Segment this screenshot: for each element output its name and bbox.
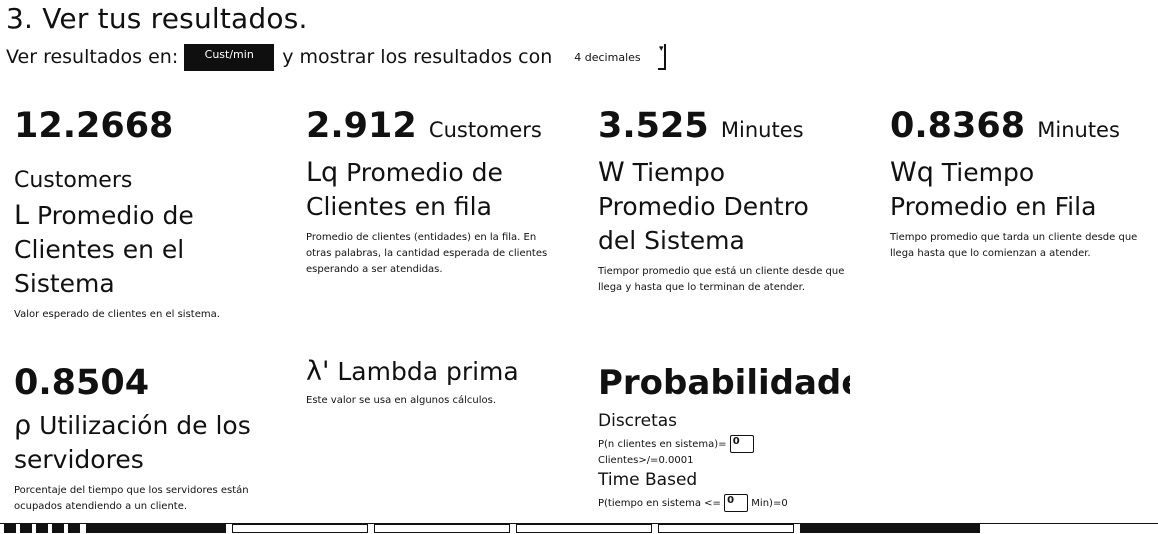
metric-desc-W: Tiempor promedio que está un cliente des… [598,266,845,293]
taskbar-app[interactable] [658,524,794,533]
metric-value-row-W: 3.525 Minutes [598,106,848,150]
metric-unit-Lq: Customers [428,118,542,142]
metric-card-lambda: λ' Lambda prima Este valor se usa en alg… [306,355,556,409]
metric-symbol-L: L [14,200,30,231]
p-n-row: P(n clientes en sistema)= 0 [598,435,858,453]
discrete-label: Discretas [598,411,678,431]
taskbar [0,523,1158,534]
taskbar-app-active[interactable] [86,524,226,533]
start-icon[interactable] [4,524,16,533]
taskbar-app[interactable] [374,524,510,533]
metric-title-L: Promedio de Clientes en el Sistema [14,201,194,298]
metric-name-W: W Tiempo Promedio Dentro del Sistema [598,156,848,258]
p-t-input[interactable]: 0 [724,494,749,512]
metric-desc-Wq: Tiempo promedio que tarda un cliente des… [890,232,1138,259]
metric-name-L: L Promedio de Clientes en el Sistema [14,199,284,301]
metric-desc-Lq: Promedio de clientes (entidades) en la f… [306,232,548,275]
unit-select[interactable]: Cust/min [184,43,275,71]
browser-icon[interactable] [36,524,48,533]
metric-title-lambda: Lambda prima [337,357,519,386]
metric-symbol-lambda: λ' [306,356,330,387]
chevron-down-icon: ▾ [658,44,667,70]
home-icon[interactable] [52,524,64,533]
p-t-suffix: Min)=0 [751,498,788,509]
p-t-label: P(tiempo en sistema <= [598,498,721,509]
app-icon[interactable] [68,524,80,533]
p-n-input[interactable]: 0 [729,435,754,453]
metric-symbol-W: W [598,157,625,188]
metric-value-W: 3.525 [598,106,709,146]
metric-desc-lambda: Este valor se usa en algunos cálculos. [306,395,497,406]
taskbar-app[interactable] [516,524,652,533]
metric-value-L: 12.2668 [14,106,174,146]
probabilities-card: Probabilidades Discretas P(n clientes en… [598,363,858,512]
metric-value-rho: 0.8504 [14,363,150,403]
metric-card-W: 3.525 Minutes W Tiempo Promedio Dentro d… [598,106,848,296]
metric-name-lambda: λ' Lambda prima [306,355,556,389]
metric-card-L: 12.2668 Customers L Promedio de Clientes… [14,106,284,323]
metric-value-row-Wq: 0.8368 Minutes [890,106,1150,150]
metric-value-row-Lq: 2.912 Customers [306,106,556,150]
metric-value-Wq: 0.8368 [890,106,1026,146]
metric-card-Wq: 0.8368 Minutes Wq Tiempo Promedio en Fil… [890,106,1150,262]
metric-value-Lq: 2.912 [306,106,417,146]
show-label: y mostrar los resultados con [282,46,553,68]
decimals-select[interactable]: 4 decimales ▾ [572,44,668,70]
section-title: 3. Ver tus resultados. [6,2,308,35]
metric-name-Wq: Wq Tiempo Promedio en Fila [890,156,1150,224]
p-t-row: P(tiempo en sistema <= 0 Min)=0 [598,494,858,512]
file-icon[interactable] [20,524,32,533]
p-n-label: P(n clientes en sistema)= [598,439,727,450]
metric-title-W: Tiempo Promedio Dentro del Sistema [598,158,809,255]
metric-desc-rho: Porcentaje del tiempo que los servidores… [14,485,249,512]
metric-symbol-Wq: Wq [890,157,934,188]
view-label: Ver resultados en: [6,46,179,68]
decimals-value: 4 decimales [574,50,641,64]
metric-unit-Wq: Minutes [1037,118,1120,142]
metric-symbol-rho: ρ [14,410,32,441]
clients-line: Clientes>/=0.0001 [598,455,694,466]
system-tray[interactable] [800,524,980,533]
metric-unit-W: Minutes [720,118,804,142]
metric-name-Lq: Lq Promedio de Clientes en fila [306,156,556,224]
probabilities-title: Probabilidades [598,363,850,403]
metric-title-rho: Utilización de los servidores [14,411,251,474]
settings-row: Ver resultados en: Cust/min y mostrar lo… [6,43,668,71]
metric-name-rho: ρ Utilización de los servidores [14,409,264,477]
metric-symbol-Lq: Lq [306,157,339,188]
taskbar-app[interactable] [232,524,368,533]
time-based-label: Time Based [598,470,698,490]
metric-unit-L: Customers [14,168,133,193]
metric-card-Lq: 2.912 Customers Lq Promedio de Clientes … [306,106,556,278]
metric-desc-L: Valor esperado de clientes en el sistema… [14,309,220,320]
metric-card-rho: 0.8504 ρ Utilización de los servidores P… [14,363,264,515]
